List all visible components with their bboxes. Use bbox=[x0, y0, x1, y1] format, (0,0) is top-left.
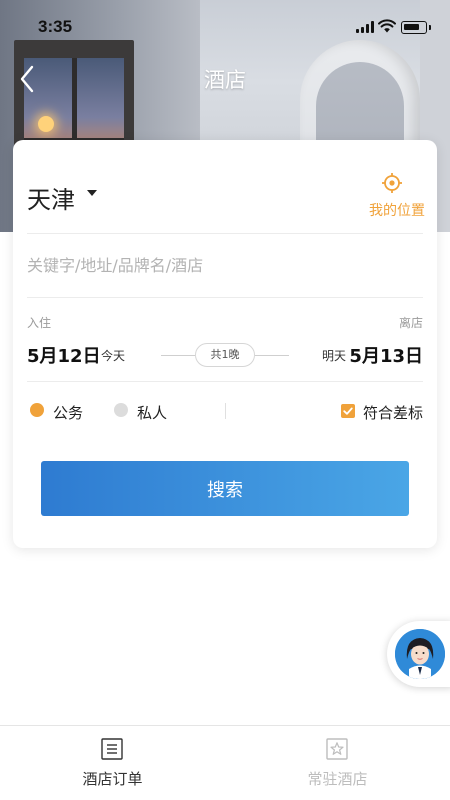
check-out-date[interactable]: 5月13日 bbox=[349, 342, 423, 368]
separator bbox=[225, 403, 226, 419]
my-location-button[interactable]: 我的位置 bbox=[359, 172, 425, 222]
page-title: 酒店 bbox=[204, 68, 246, 92]
check-in-day: 今天 bbox=[101, 349, 126, 363]
tab-frequent-hotels[interactable]: 常驻酒店 bbox=[225, 726, 450, 800]
document-list-icon bbox=[101, 738, 123, 760]
customer-service-button[interactable] bbox=[387, 621, 450, 687]
check-in-label: 入住 bbox=[27, 316, 52, 330]
policy-compliant-label[interactable]: 符合差标 bbox=[363, 402, 423, 423]
trip-type-business-radio[interactable] bbox=[30, 403, 44, 417]
nights-count-badge: 共1晚 bbox=[195, 343, 255, 367]
trip-type-business-label[interactable]: 公务 bbox=[53, 402, 83, 423]
check-out-day: 明天 bbox=[322, 349, 347, 363]
bottom-tab-bar: 酒店订单 常驻酒店 bbox=[0, 725, 450, 800]
my-location-label: 我的位置 bbox=[369, 203, 425, 219]
wifi-icon bbox=[378, 19, 396, 33]
tab-frequent-hotels-label: 常驻酒店 bbox=[307, 770, 368, 788]
check-in-date[interactable]: 5月12日 bbox=[27, 342, 101, 368]
city-selector[interactable]: 天津 bbox=[27, 180, 75, 215]
caret-down-icon[interactable] bbox=[87, 190, 97, 196]
battery-icon bbox=[401, 21, 431, 34]
nights-connector bbox=[161, 355, 195, 356]
star-icon bbox=[326, 738, 348, 760]
tab-hotel-orders[interactable]: 酒店订单 bbox=[0, 726, 225, 800]
trip-type-personal-radio[interactable] bbox=[114, 403, 128, 417]
check-out-label: 离店 bbox=[398, 316, 423, 330]
divider bbox=[27, 381, 423, 382]
tab-hotel-orders-label: 酒店订单 bbox=[82, 770, 143, 788]
cellular-signal-icon bbox=[356, 21, 374, 33]
hero-sun bbox=[38, 116, 54, 132]
checkmark-icon bbox=[343, 407, 353, 415]
agent-avatar-icon bbox=[395, 629, 445, 679]
hotel-search-card: 天津 我的位置 入住 离店 5月12日 今天 共1晚 明天 5月13日 公务 私… bbox=[13, 140, 437, 548]
assistant-avatar bbox=[395, 629, 445, 679]
nights-connector bbox=[255, 355, 289, 356]
divider bbox=[27, 297, 423, 298]
keyword-search-input[interactable] bbox=[27, 252, 423, 278]
locate-crosshair-icon bbox=[382, 173, 402, 193]
trip-type-personal-label[interactable]: 私人 bbox=[137, 402, 167, 423]
policy-compliant-checkbox[interactable] bbox=[341, 404, 355, 418]
status-bar: 3:35 bbox=[0, 0, 450, 44]
search-button[interactable]: 搜索 bbox=[41, 461, 409, 516]
status-time: 3:35 bbox=[38, 17, 73, 36]
divider bbox=[27, 233, 423, 234]
